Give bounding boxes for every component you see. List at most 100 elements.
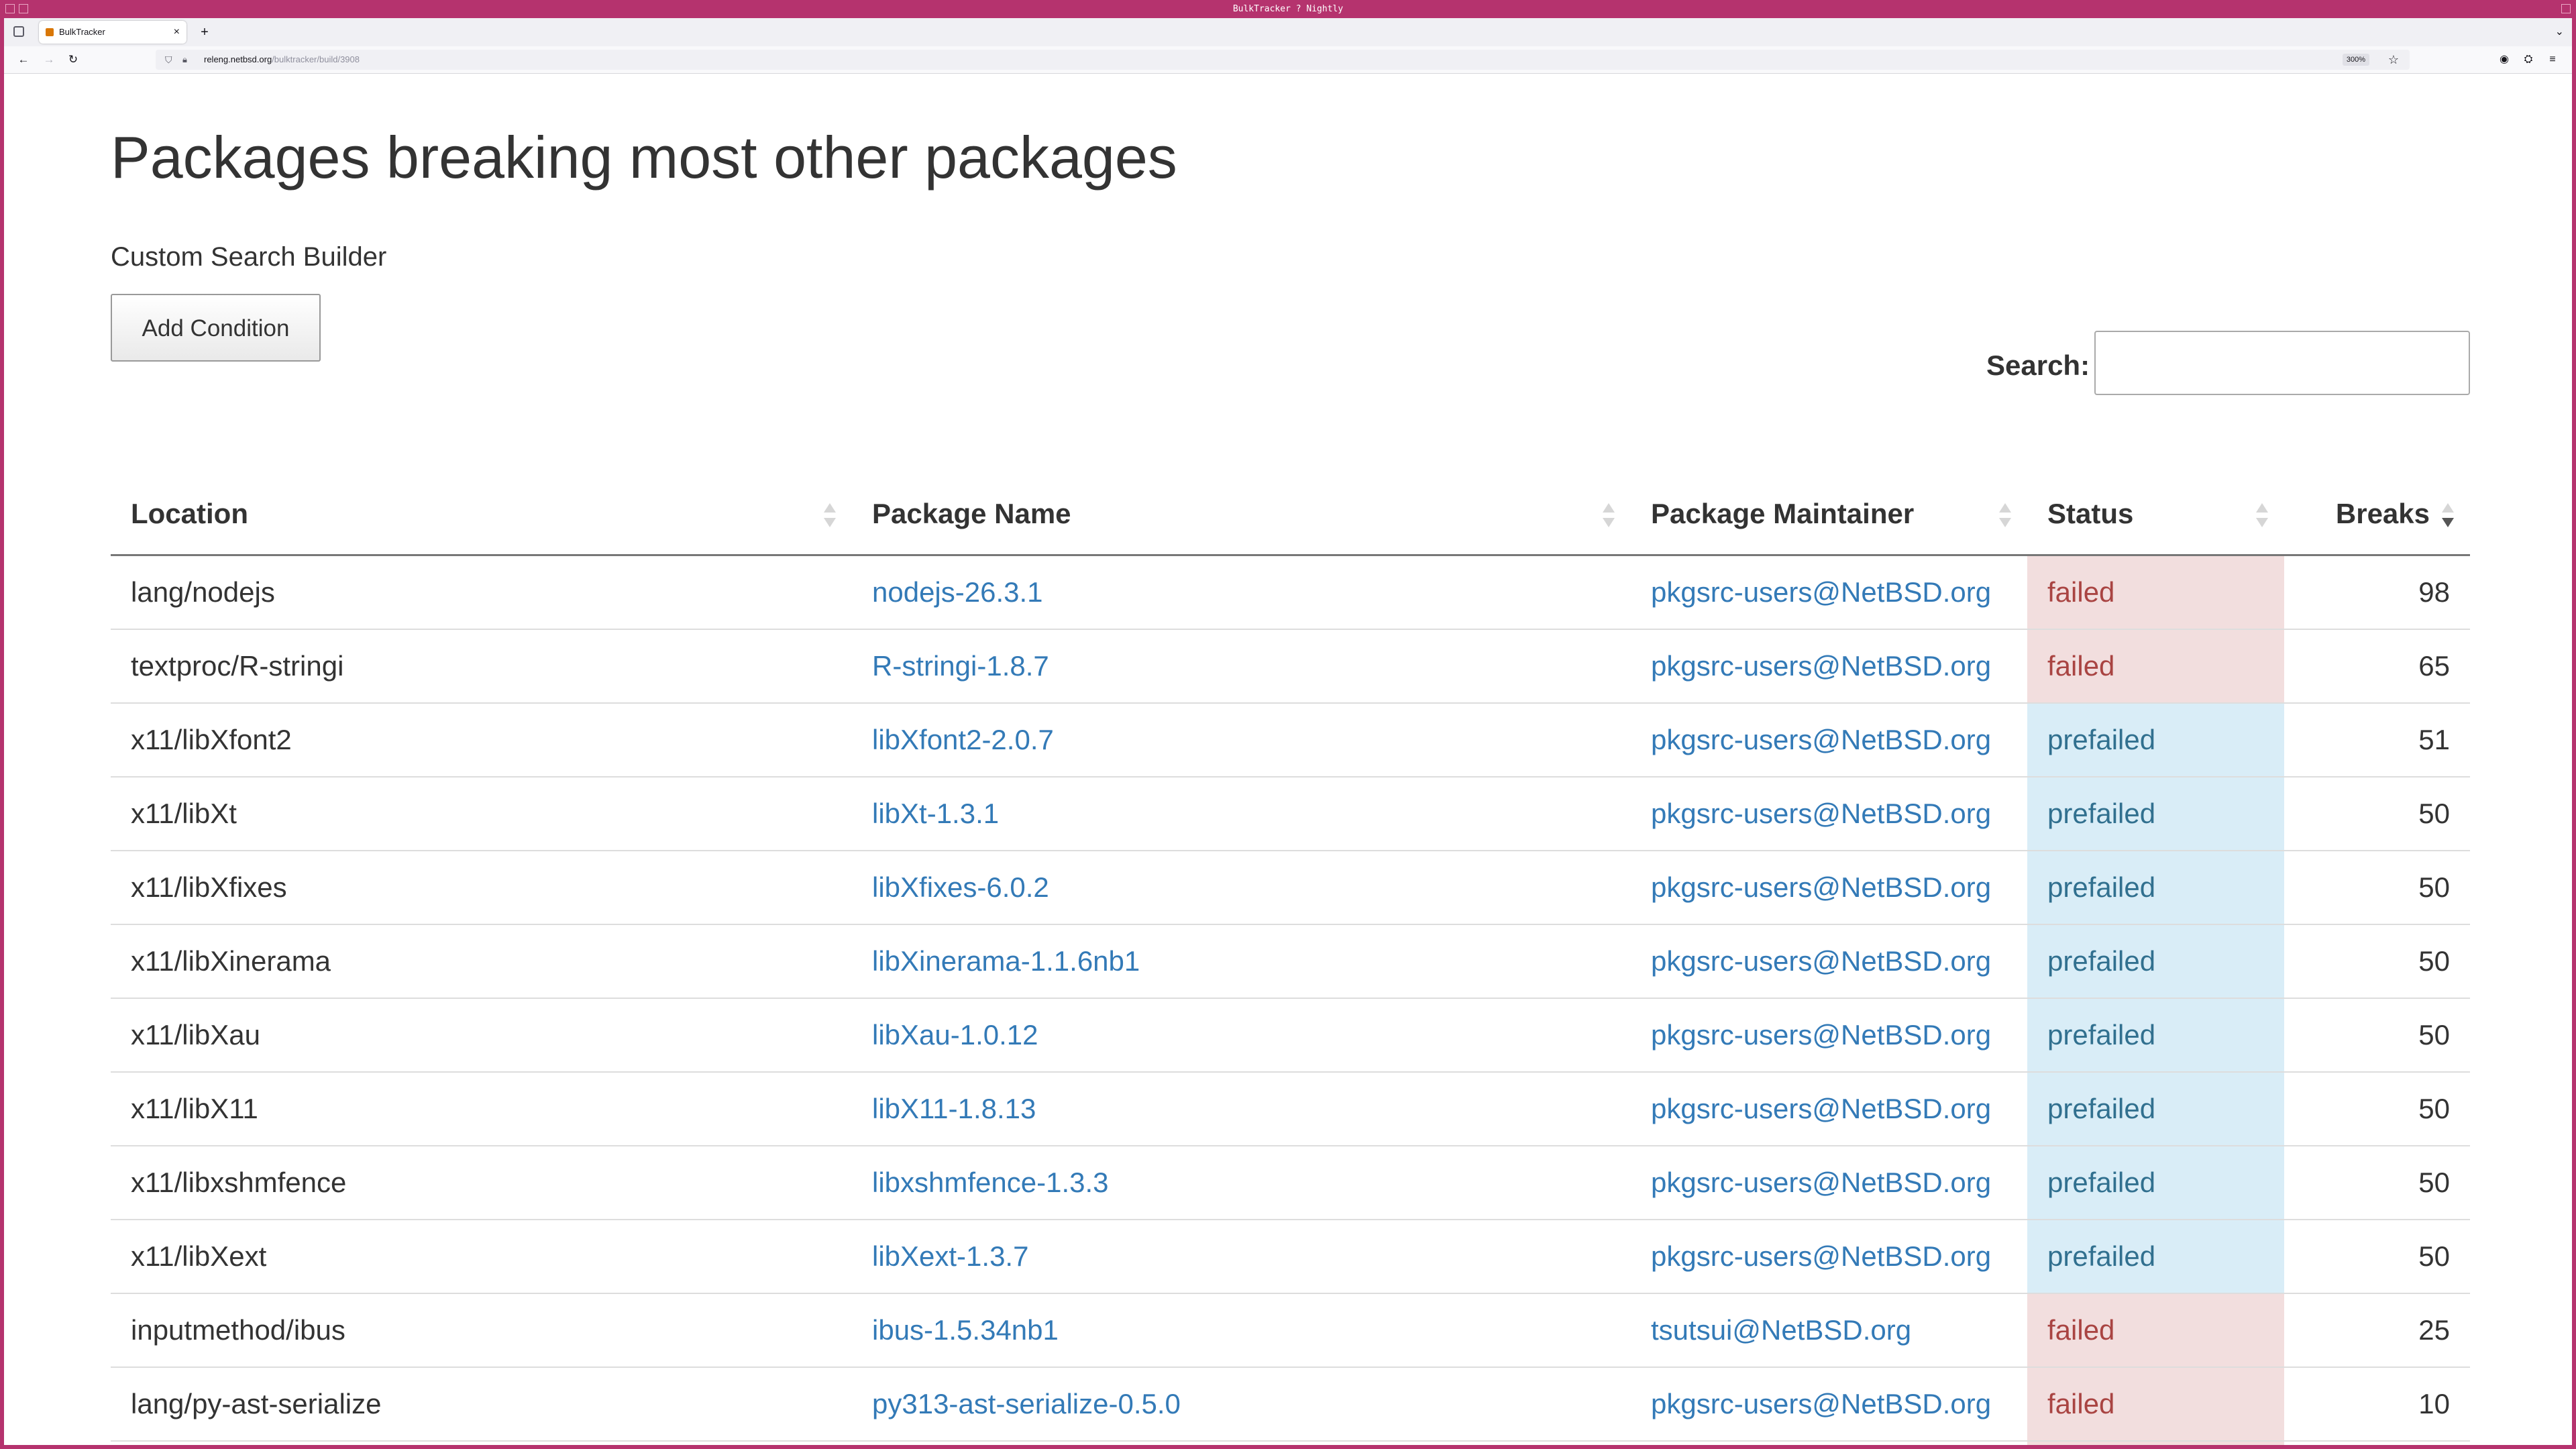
maintainer-link[interactable]: pkgsrc-users@NetBSD.org: [1651, 724, 1991, 755]
location-text: lang/nodejs: [131, 576, 275, 608]
sort-icon: [824, 503, 837, 530]
status-text: prefailed: [2047, 1093, 2156, 1124]
maintainer-link[interactable]: tsutsui@NetBSD.org: [1651, 1314, 1911, 1346]
sort-icon: [1999, 503, 2012, 530]
cell-status: prefailed: [2027, 1220, 2284, 1294]
column-header-package-name[interactable]: Package Name: [852, 474, 1631, 556]
zoom-level-badge[interactable]: 300%: [2342, 54, 2369, 66]
column-header-breaks[interactable]: Breaks: [2284, 474, 2470, 556]
maintainer-link[interactable]: pkgsrc-users@NetBSD.org: [1651, 1240, 1991, 1272]
extensions-icon[interactable]: ⛭: [2518, 46, 2538, 73]
column-header-label: Package Maintainer: [1651, 498, 1915, 529]
tab-title: BulkTracker: [59, 27, 105, 37]
hamburger-menu-icon[interactable]: ≡: [2542, 46, 2563, 73]
cell-maintainer: pkgsrc-users@NetBSD.org: [1631, 851, 2027, 925]
status-text: prefailed: [2047, 945, 2156, 977]
status-text: failed: [2047, 650, 2115, 682]
cell-location: x11/libxshmfence: [111, 1146, 852, 1220]
new-tab-button[interactable]: +: [195, 21, 215, 44]
account-icon[interactable]: ◉: [2494, 46, 2514, 73]
page-title: Packages breaking most other packages: [111, 124, 1177, 191]
cell-package-name: libXext-1.3.7: [852, 1220, 1631, 1294]
cell-maintainer: pkgsrc-users@NetBSD.org: [1631, 1220, 2027, 1294]
bookmark-star-icon[interactable]: ☆: [2388, 50, 2399, 70]
tracking-shield-icon[interactable]: ⛉: [165, 50, 172, 70]
cell-maintainer: pkgsrc-users@NetBSD.org: [1631, 1367, 2027, 1442]
tab-list-chevron-icon[interactable]: ⌄: [2555, 21, 2564, 44]
maintainer-link[interactable]: pkgsrc-users@NetBSD.org: [1651, 576, 1991, 608]
column-header-location[interactable]: Location: [111, 474, 852, 556]
status-text: failed: [2047, 1314, 2115, 1346]
cell-package-name: libXfont2-2.0.7: [852, 703, 1631, 777]
sidebar-toggle-icon[interactable]: [13, 26, 24, 37]
search-input[interactable]: [2094, 331, 2470, 395]
package-link[interactable]: libXfont2-2.0.7: [872, 724, 1054, 755]
cell-breaks: 50: [2284, 851, 2470, 925]
status-text: prefailed: [2047, 871, 2156, 903]
maintainer-link[interactable]: pkgsrc-users@NetBSD.org: [1651, 871, 1991, 903]
cell-maintainer: pkgsrc-users@NetBSD.org: [1631, 703, 2027, 777]
back-arrow-icon[interactable]: ←: [13, 46, 34, 73]
location-text: x11/libXfont2: [131, 724, 292, 755]
tab-strip: BulkTracker × + ⌄: [4, 18, 2572, 46]
maintainer-link[interactable]: pkgsrc-users@NetBSD.org: [1651, 1019, 1991, 1051]
cell-package-name: libX11-1.8.13: [852, 1072, 1631, 1146]
lock-icon[interactable]: 🔒︎: [182, 50, 187, 70]
column-header-label: Status: [2047, 498, 2134, 529]
package-link[interactable]: ibus-1.5.34nb1: [872, 1314, 1059, 1346]
cell-location: x11/libXau: [111, 998, 852, 1073]
maintainer-link[interactable]: pkgsrc-users@NetBSD.org: [1651, 1167, 1991, 1198]
package-link[interactable]: R-stringi-1.8.7: [872, 650, 1049, 682]
cell-maintainer: pkgsrc-users@NetBSD.org: [1631, 555, 2027, 630]
status-text: prefailed: [2047, 1167, 2156, 1198]
maintainer-link[interactable]: pkgsrc-users@NetBSD.org: [1651, 650, 1991, 682]
window-maximize-icon[interactable]: [2561, 4, 2571, 13]
cell-package-name: nodejs-26.3.1: [852, 555, 1631, 630]
cell-location: lang/nodejs: [111, 555, 852, 630]
url-bar[interactable]: ⛉ 🔒︎ releng.netbsd.org/bulktracker/build…: [156, 50, 2410, 70]
package-link[interactable]: libXinerama-1.1.6nb1: [872, 945, 1140, 977]
table-body: lang/nodejs nodejs-26.3.1 pkgsrc-users@N…: [111, 555, 2470, 1445]
window-sticky-icon[interactable]: [19, 4, 28, 13]
package-link[interactable]: libXau-1.0.12: [872, 1019, 1038, 1051]
column-header-label: Breaks: [2335, 498, 2430, 529]
maintainer-link[interactable]: pkgsrc-users@NetBSD.org: [1651, 1093, 1991, 1124]
package-link[interactable]: libxshmfence-1.3.3: [872, 1167, 1109, 1198]
cell-breaks: 51: [2284, 703, 2470, 777]
status-text: failed: [2047, 1388, 2115, 1419]
cell-location: x11/libXfixes: [111, 851, 852, 925]
package-link[interactable]: py313-ast-serialize-0.5.0: [872, 1388, 1181, 1419]
package-link[interactable]: libXt-1.3.1: [872, 798, 999, 829]
navigation-toolbar: ← → ↻ ⛉ 🔒︎ releng.netbsd.org/bulktracker…: [4, 46, 2572, 74]
table-row: x11/libXinerama libXinerama-1.1.6nb1 pkg…: [111, 924, 2470, 999]
column-header-status[interactable]: Status: [2027, 474, 2284, 556]
cell-status: prefailed: [2027, 703, 2284, 777]
column-header-label: Location: [131, 498, 248, 529]
forward-arrow-icon[interactable]: →: [39, 46, 59, 73]
window-menu-icon[interactable]: [5, 4, 15, 13]
cell-status: prefailed: [2027, 777, 2284, 851]
maintainer-link[interactable]: pkgsrc-users@NetBSD.org: [1651, 798, 1991, 829]
column-header-package-maintainer[interactable]: Package Maintainer: [1631, 474, 2027, 556]
reload-icon[interactable]: ↻: [63, 46, 83, 73]
url-text[interactable]: releng.netbsd.org/bulktracker/build/3908: [204, 50, 360, 70]
package-link[interactable]: nodejs-26.3.1: [872, 576, 1043, 608]
breaks-count: 65: [2418, 650, 2450, 682]
cell-package-name: ibus-1.5.34nb1: [852, 1293, 1631, 1368]
package-link[interactable]: libX11-1.8.13: [872, 1093, 1036, 1124]
location-text: x11/libXt: [131, 798, 237, 829]
maintainer-link[interactable]: pkgsrc-users@NetBSD.org: [1651, 1388, 1991, 1419]
add-condition-button[interactable]: Add Condition: [111, 294, 321, 362]
maintainer-link[interactable]: pkgsrc-users@NetBSD.org: [1651, 945, 1991, 977]
tab-bulktracker[interactable]: BulkTracker ×: [39, 21, 186, 44]
location-text: x11/libXext: [131, 1240, 267, 1272]
cell-location: x11/libXext: [111, 1220, 852, 1294]
package-link[interactable]: libXext-1.3.7: [872, 1240, 1028, 1272]
search-label: Search:: [1986, 350, 2090, 381]
cell-breaks: 50: [2284, 1220, 2470, 1294]
package-link[interactable]: libXfixes-6.0.2: [872, 871, 1049, 903]
breaks-count: 98: [2418, 576, 2450, 608]
tab-close-icon[interactable]: ×: [174, 21, 180, 44]
location-text: x11/libXau: [131, 1019, 261, 1051]
cell-status: prefailed: [2027, 1146, 2284, 1220]
